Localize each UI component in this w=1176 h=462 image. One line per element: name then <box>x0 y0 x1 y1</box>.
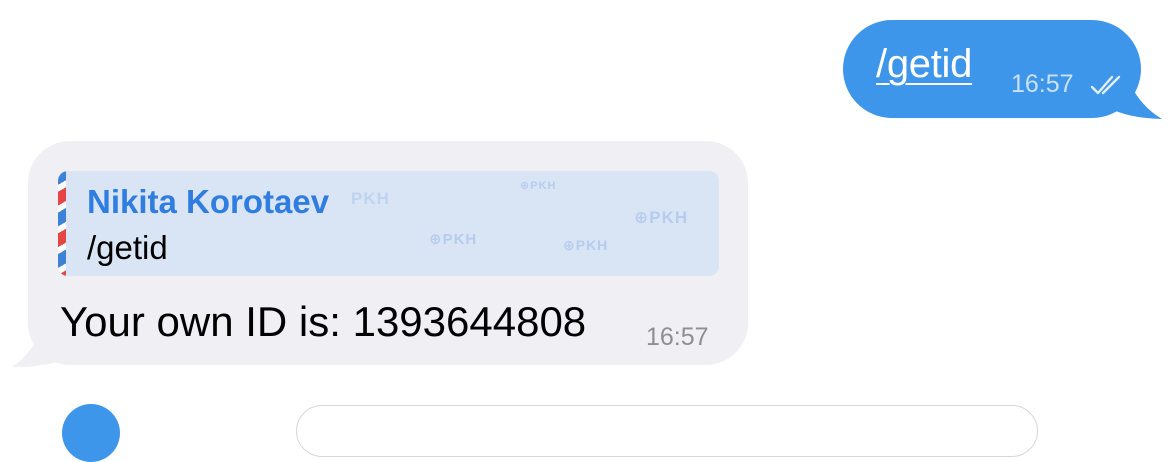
incoming-message-text: Your own ID is: 1393644808 <box>60 298 587 345</box>
reply-sender-name: Nikita Korotaev <box>87 183 330 220</box>
outgoing-command-link[interactable]: /getid <box>876 42 972 87</box>
message-input[interactable] <box>296 405 1038 457</box>
watermark: ⊕PKH <box>429 231 478 248</box>
incoming-message-time: 16:57 <box>646 323 709 351</box>
reply-quoted-text: /getid <box>87 229 168 266</box>
reply-preview[interactable]: PKH ⊕PKH ⊕PKH ⊕PKH ⊕PKH Nikita Korotaev … <box>58 171 719 276</box>
reply-accent-stripe <box>58 171 66 276</box>
outgoing-message-time: 16:57 <box>1011 70 1074 98</box>
double-check-icon <box>1090 75 1121 95</box>
watermark: ⊕PKH <box>563 237 609 253</box>
watermark: ⊕PKH <box>634 208 689 227</box>
watermark: PKH <box>351 189 390 208</box>
watermark: ⊕PKH <box>520 180 557 192</box>
avatar[interactable] <box>62 404 120 462</box>
